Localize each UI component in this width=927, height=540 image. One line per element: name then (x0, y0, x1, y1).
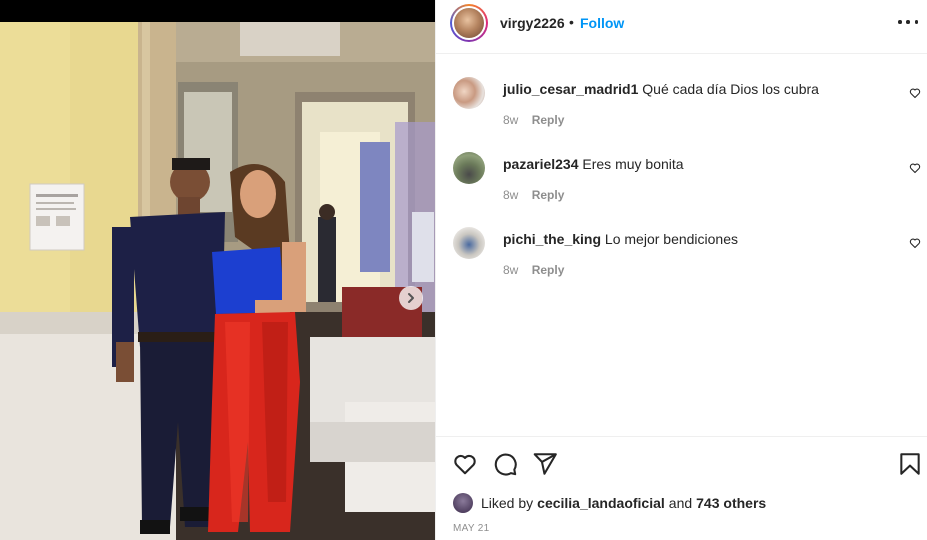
comments-list: julio_cesar_madrid1 Qué cada día Dios lo… (436, 55, 927, 435)
comment-meta: 8w Reply (503, 263, 564, 277)
comment-age: 8w (503, 188, 519, 202)
bookmark-icon[interactable] (897, 451, 923, 477)
comment-item: pazariel234 Eres muy bonita 8w Reply (436, 130, 927, 205)
commenter-avatar[interactable] (453, 152, 485, 184)
comment-heart-icon[interactable] (909, 237, 921, 249)
author-username[interactable]: virgy2226 (500, 15, 565, 31)
more-options-icon[interactable] (898, 14, 918, 30)
likes-others-count[interactable]: 743 others (696, 495, 766, 511)
header-separator: • (569, 14, 574, 30)
comment-item: pichi_the_king Lo mejor bendiciones 8w R… (436, 205, 927, 280)
photo-top-bar (0, 0, 435, 22)
author-avatar[interactable] (450, 4, 488, 42)
comment-text-block: pazariel234 Eres muy bonita (503, 155, 893, 173)
instagram-post-modal: virgy2226 • Follow julio_cesar_madrid1 Q… (0, 0, 927, 540)
comment-age: 8w (503, 263, 519, 277)
heart-icon[interactable] (452, 451, 478, 477)
comment-item: julio_cesar_madrid1 Qué cada día Dios lo… (436, 55, 927, 130)
comment-text-block: julio_cesar_madrid1 Qué cada día Dios lo… (503, 80, 893, 98)
reply-button[interactable]: Reply (532, 263, 565, 277)
commenter-username[interactable]: pazariel234 (503, 156, 579, 172)
comment-meta: 8w Reply (503, 113, 564, 127)
comment-body: Qué cada día Dios los cubra (642, 81, 819, 97)
commenter-username[interactable]: julio_cesar_madrid1 (503, 81, 638, 97)
comment-age: 8w (503, 113, 519, 127)
post-photo (0, 0, 435, 540)
follow-button[interactable]: Follow (580, 15, 624, 31)
comment-meta: 8w Reply (503, 188, 564, 202)
post-date: MAY 21 (453, 523, 490, 534)
reply-button[interactable]: Reply (532, 188, 565, 202)
commenter-avatar[interactable] (453, 77, 485, 109)
liker-username[interactable]: cecilia_landaoficial (537, 495, 665, 511)
commenter-username[interactable]: pichi_the_king (503, 231, 601, 247)
comment-heart-icon[interactable] (909, 162, 921, 174)
likes-joiner: and (668, 495, 693, 511)
likes-prefix: Liked by (481, 495, 534, 511)
reply-button[interactable]: Reply (532, 113, 565, 127)
comment-text-block: pichi_the_king Lo mejor bendiciones (503, 230, 893, 248)
comment-body: Eres muy bonita (582, 156, 684, 172)
share-icon[interactable] (532, 451, 558, 477)
post-side-panel: virgy2226 • Follow julio_cesar_madrid1 Q… (435, 0, 927, 540)
post-image (0, 22, 435, 540)
liker-avatar[interactable] (453, 493, 473, 513)
comment-heart-icon[interactable] (909, 87, 921, 99)
post-header: virgy2226 • Follow (436, 0, 927, 54)
commenter-avatar[interactable] (453, 227, 485, 259)
comment-icon[interactable] (492, 451, 518, 477)
post-actions-bar (436, 436, 927, 488)
next-photo-button[interactable] (399, 286, 423, 310)
likes-summary: Liked by cecilia_landaoficial and 743 ot… (453, 491, 770, 515)
comment-body: Lo mejor bendiciones (604, 231, 739, 247)
chevron-right-icon (408, 293, 414, 303)
